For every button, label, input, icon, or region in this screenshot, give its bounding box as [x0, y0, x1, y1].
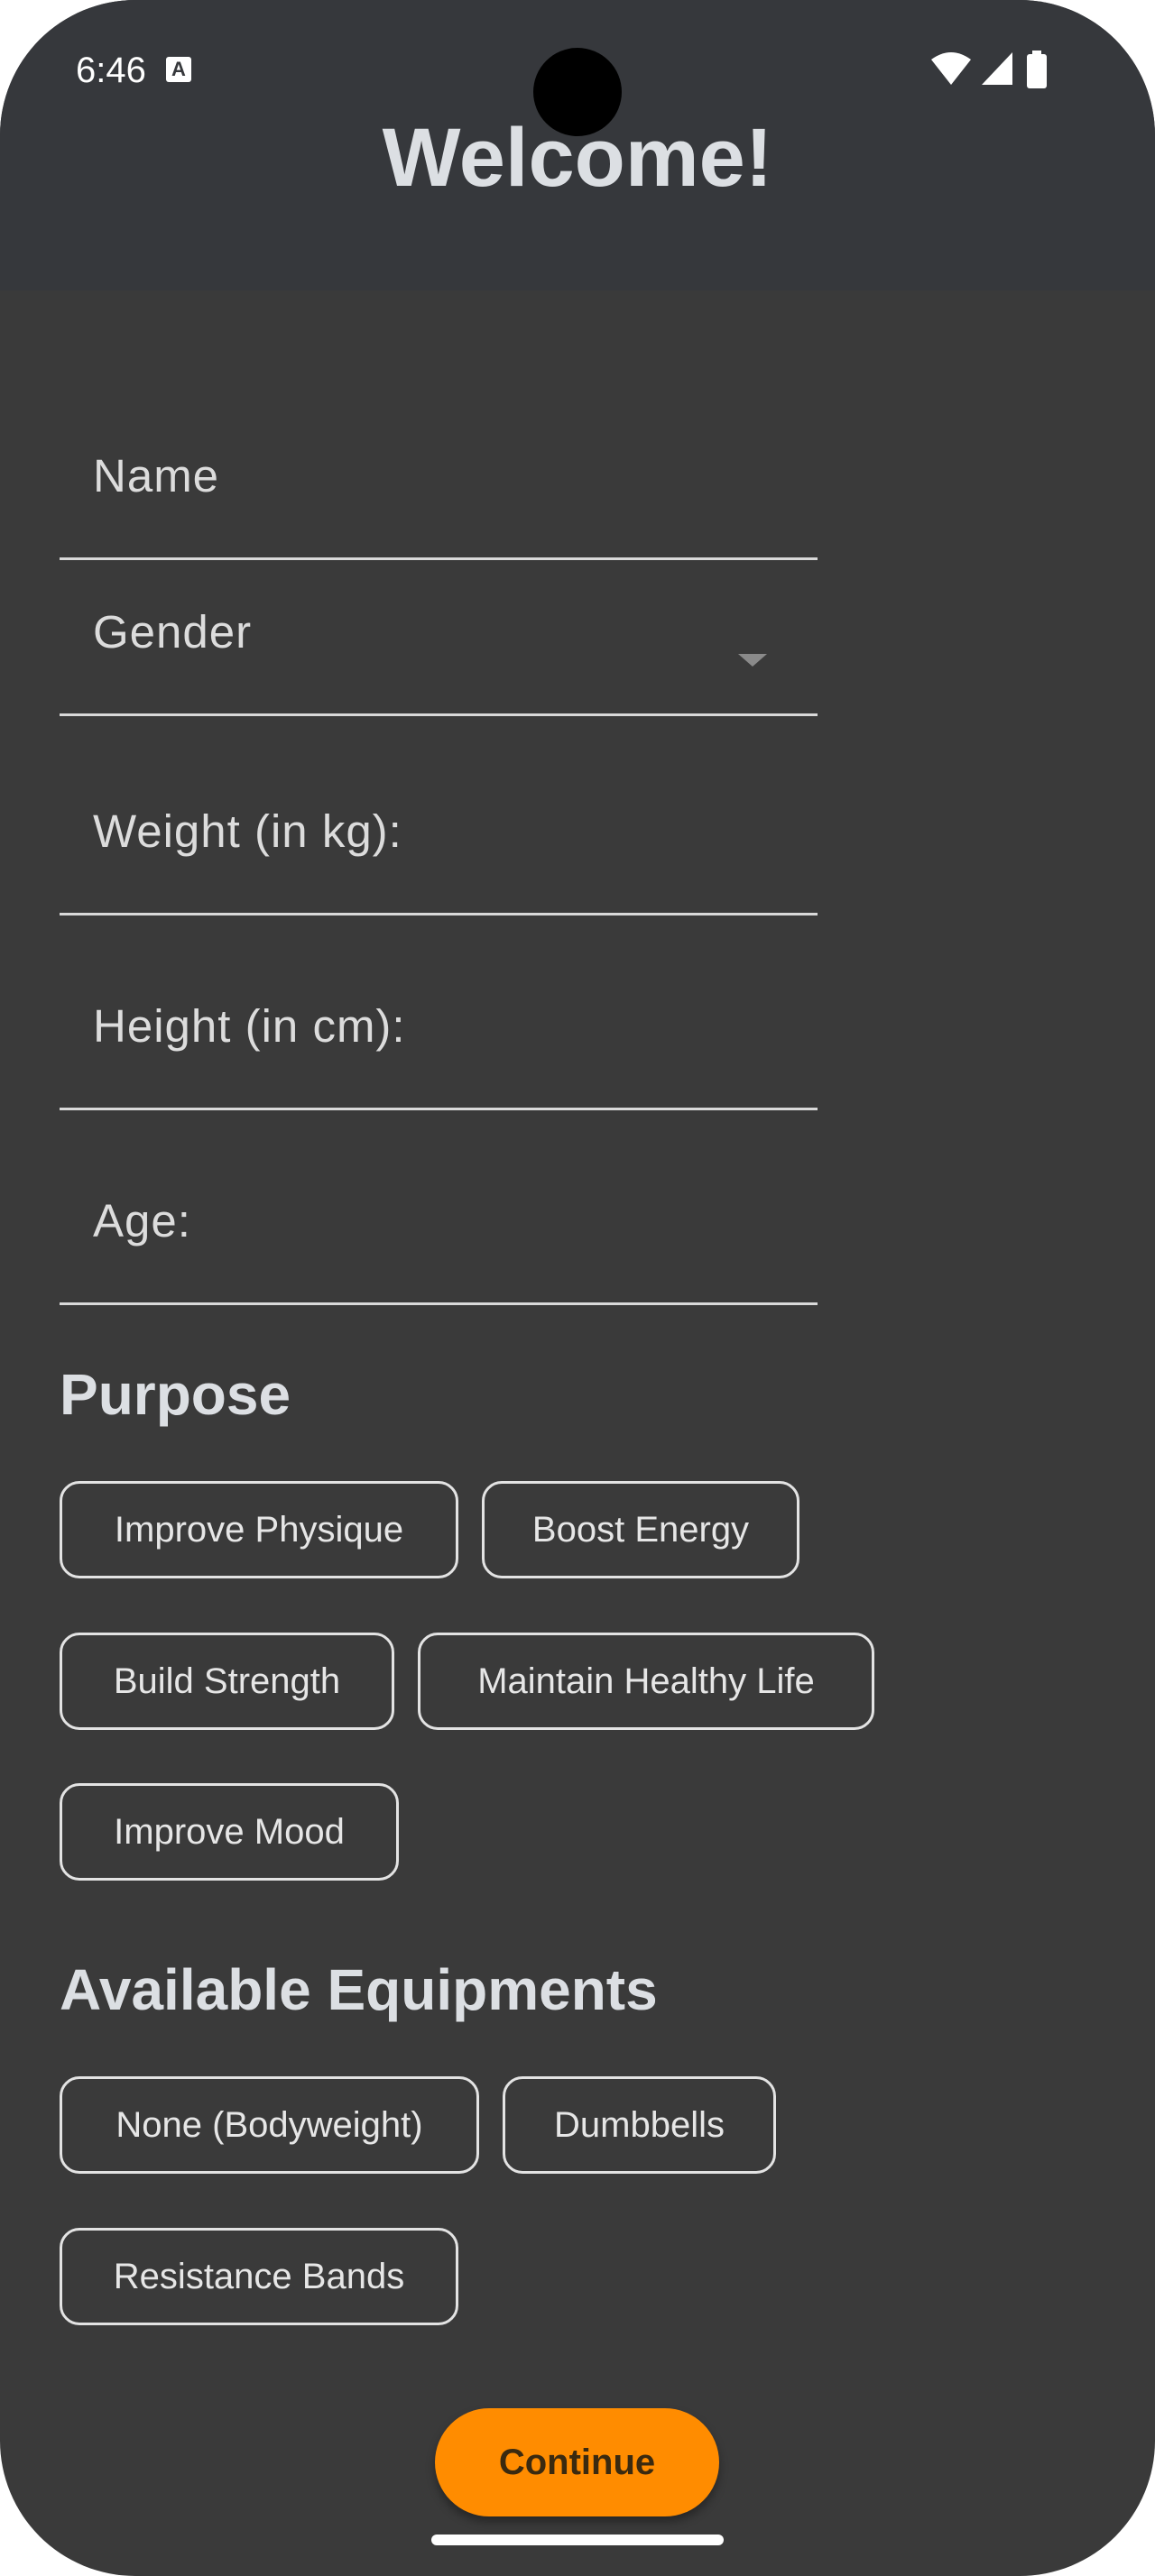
equipment-chip-bodyweight[interactable]: None (Bodyweight) [60, 2076, 479, 2174]
purpose-chip-maintain-healthy-life[interactable]: Maintain Healthy Life [418, 1633, 874, 1730]
purpose-title: Purpose [60, 1362, 291, 1427]
purpose-chip-improve-mood[interactable]: Improve Mood [60, 1783, 399, 1881]
purpose-chip-boost-energy[interactable]: Boost Energy [482, 1481, 799, 1578]
status-time: 6:46 [76, 51, 146, 90]
app-screen: 6:46 A Welcome! Name Gender Weight (in k… [0, 0, 1155, 2576]
text-notification-letter: A [171, 58, 186, 80]
age-field-label: Age: [93, 1195, 191, 1247]
age-field[interactable]: Age: [60, 1176, 818, 1305]
equipment-title: Available Equipments [60, 1957, 658, 2022]
height-field[interactable]: Height (in cm): [60, 981, 818, 1110]
name-field-label: Name [93, 450, 220, 501]
weight-field-label: Weight (in kg): [93, 805, 402, 857]
text-notification-icon: A [166, 57, 191, 82]
home-indicator[interactable] [431, 2535, 724, 2545]
purpose-chip-improve-physique[interactable]: Improve Physique [60, 1481, 458, 1578]
gender-dropdown-label: Gender [93, 606, 253, 658]
weight-field[interactable]: Weight (in kg): [60, 787, 818, 915]
equipment-chip-dumbbells[interactable]: Dumbbells [503, 2076, 776, 2174]
signal-icon [982, 52, 1012, 85]
wifi-icon [931, 52, 971, 85]
chevron-down-icon[interactable] [738, 654, 767, 667]
gender-dropdown[interactable]: Gender [60, 587, 818, 716]
name-field[interactable]: Name [60, 431, 818, 560]
height-field-label: Height (in cm): [93, 1000, 406, 1052]
equipment-chip-resistance-bands[interactable]: Resistance Bands [60, 2228, 458, 2325]
continue-button[interactable]: Continue [435, 2408, 719, 2516]
app-header: 6:46 A Welcome! [0, 0, 1155, 290]
battery-icon [1027, 51, 1047, 88]
page-title: Welcome! [382, 112, 773, 204]
purpose-chip-build-strength[interactable]: Build Strength [60, 1633, 394, 1730]
